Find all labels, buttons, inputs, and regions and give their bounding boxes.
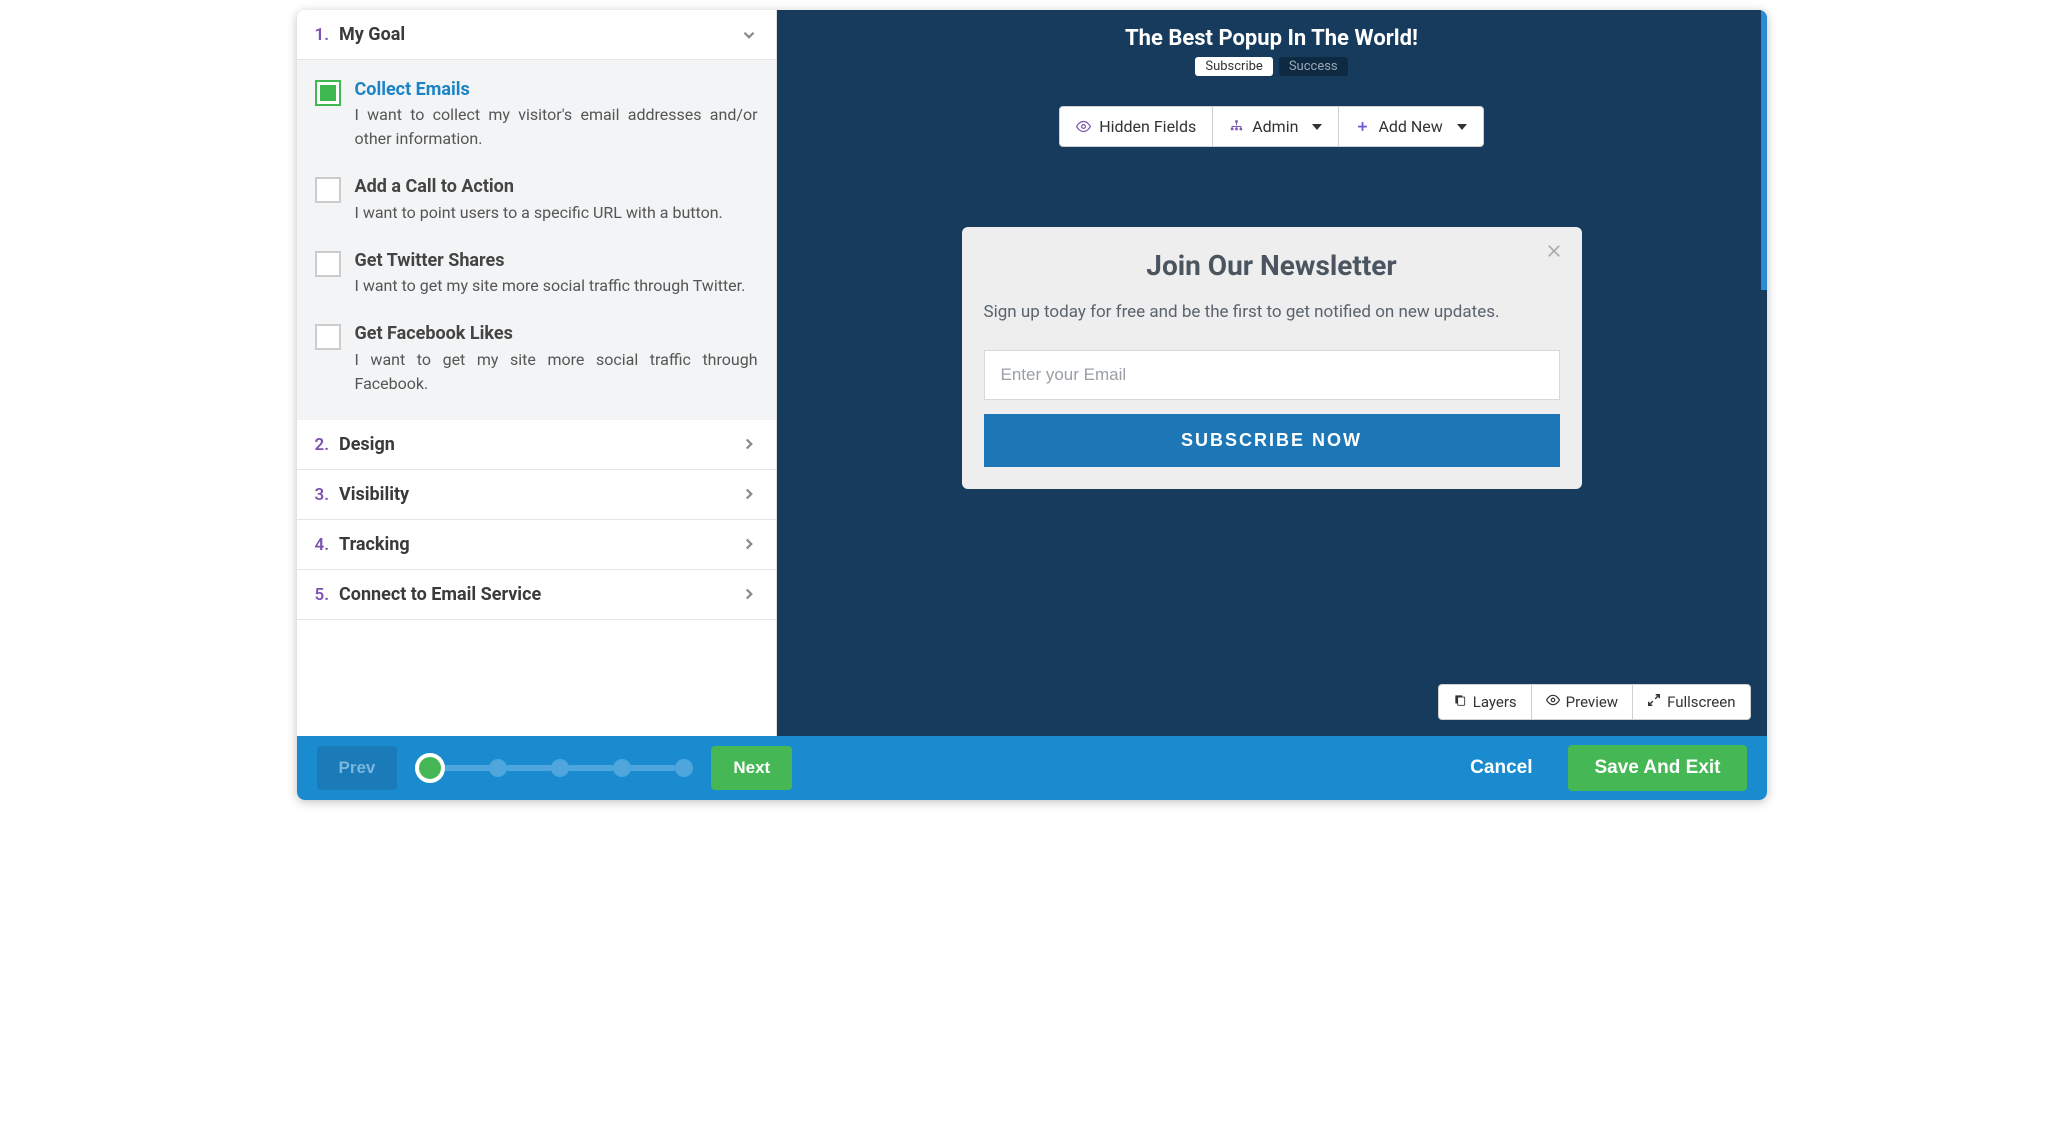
toolbar-label: Add New (1378, 117, 1442, 136)
step-line (507, 765, 551, 771)
toolbar-label: Hidden Fields (1099, 117, 1196, 136)
accordion-design[interactable]: 2. Design (297, 420, 776, 470)
section-label: Connect to Email Service (339, 584, 541, 605)
section-label: Tracking (339, 534, 410, 555)
footer-bar: Prev Next Cancel Save And Exit (297, 736, 1767, 800)
tab-success[interactable]: Success (1279, 57, 1348, 76)
section-num: 3. (315, 485, 330, 505)
chevron-down-icon (740, 26, 758, 44)
step-dot-1[interactable] (415, 753, 445, 783)
goal-title: Collect Emails (355, 78, 758, 101)
goal-desc: I want to get my site more social traffi… (355, 274, 746, 298)
canvas-scrollbar[interactable] (1761, 10, 1767, 290)
accordion-email-service[interactable]: 5. Connect to Email Service (297, 570, 776, 620)
caret-down-icon (1312, 117, 1322, 136)
save-and-exit-button[interactable]: Save And Exit (1568, 745, 1746, 791)
accordion-visibility[interactable]: 3. Visibility (297, 470, 776, 520)
caret-down-icon (1457, 117, 1467, 136)
checkbox-icon (315, 80, 341, 106)
sidebar: 1. My Goal Collect Emails I want to coll… (297, 10, 777, 736)
admin-dropdown[interactable]: Admin (1213, 107, 1339, 146)
checkbox-icon (315, 324, 341, 350)
add-new-dropdown[interactable]: Add New (1339, 107, 1482, 146)
subscribe-button[interactable]: SUBSCRIBE NOW (984, 414, 1560, 467)
step-indicator (415, 753, 693, 783)
goal-twitter-shares[interactable]: Get Twitter Shares I want to get my site… (315, 249, 758, 298)
popup-heading: Join Our Newsletter (984, 249, 1560, 282)
section-label: Design (339, 434, 395, 455)
step-dot-5[interactable] (675, 759, 693, 777)
goal-collect-emails[interactable]: Collect Emails I want to collect my visi… (315, 78, 758, 151)
section-num: 4. (315, 535, 330, 555)
chevron-right-icon (740, 485, 758, 503)
chevron-right-icon (740, 585, 758, 603)
accordion-tracking[interactable]: 4. Tracking (297, 520, 776, 570)
section-num: 5. (315, 585, 330, 605)
goal-call-to-action[interactable]: Add a Call to Action I want to point use… (315, 175, 758, 224)
plus-icon (1355, 119, 1370, 134)
view-controls: Layers Preview Fullscreen (1438, 684, 1751, 720)
section-label: Visibility (339, 484, 409, 505)
preview-button[interactable]: Preview (1532, 685, 1633, 719)
app-frame: 1. My Goal Collect Emails I want to coll… (297, 10, 1767, 800)
fullscreen-button[interactable]: Fullscreen (1633, 685, 1749, 719)
popup-title: The Best Popup In The World! (1125, 26, 1418, 51)
vbtn-label: Fullscreen (1667, 693, 1735, 711)
goal-desc: I want to collect my visitor's email add… (355, 103, 758, 151)
cancel-button[interactable]: Cancel (1452, 747, 1550, 789)
vbtn-label: Preview (1566, 693, 1618, 711)
section-num: 1. (315, 25, 330, 45)
goal-desc: I want to get my site more social traffi… (355, 348, 758, 396)
main-row: 1. My Goal Collect Emails I want to coll… (297, 10, 1767, 736)
toolbar-label: Admin (1252, 117, 1298, 136)
eye-icon (1546, 693, 1560, 711)
goal-title: Add a Call to Action (355, 175, 723, 198)
vbtn-label: Layers (1473, 693, 1517, 711)
sitemap-icon (1229, 119, 1244, 134)
expand-icon (1647, 693, 1661, 711)
step-dot-4[interactable] (613, 759, 631, 777)
step-dot-3[interactable] (551, 759, 569, 777)
layers-icon (1453, 693, 1467, 711)
hidden-fields-button[interactable]: Hidden Fields (1060, 107, 1213, 146)
goal-desc: I want to point users to a specific URL … (355, 201, 723, 225)
step-line (569, 765, 613, 771)
canvas-toolbar: Hidden Fields Admin Add New (1059, 106, 1484, 147)
accordion-my-goal[interactable]: 1. My Goal (297, 10, 776, 60)
email-input[interactable] (984, 350, 1560, 400)
goal-options-panel: Collect Emails I want to collect my visi… (297, 60, 776, 420)
footer-right: Cancel Save And Exit (1452, 745, 1746, 791)
close-icon[interactable] (1544, 241, 1564, 265)
checkbox-icon (315, 177, 341, 203)
popup-body: Sign up today for free and be the first … (984, 300, 1560, 326)
chevron-right-icon (740, 435, 758, 453)
section-label: My Goal (339, 24, 405, 45)
state-tabs: Subscribe Success (1195, 57, 1347, 76)
goal-facebook-likes[interactable]: Get Facebook Likes I want to get my site… (315, 322, 758, 395)
goal-title: Get Facebook Likes (355, 322, 758, 345)
layers-button[interactable]: Layers (1439, 685, 1532, 719)
section-num: 2. (315, 435, 330, 455)
popup-preview: Join Our Newsletter Sign up today for fr… (962, 227, 1582, 489)
preview-canvas: The Best Popup In The World! Subscribe S… (777, 10, 1767, 736)
footer-left: Prev Next (317, 746, 793, 790)
checkbox-icon (315, 251, 341, 277)
tab-subscribe[interactable]: Subscribe (1195, 57, 1272, 76)
goal-title: Get Twitter Shares (355, 249, 746, 272)
step-line (445, 765, 489, 771)
chevron-right-icon (740, 535, 758, 553)
next-button[interactable]: Next (711, 746, 792, 790)
eye-icon (1076, 119, 1091, 134)
step-dot-2[interactable] (489, 759, 507, 777)
prev-button[interactable]: Prev (317, 746, 398, 790)
step-line (631, 765, 675, 771)
